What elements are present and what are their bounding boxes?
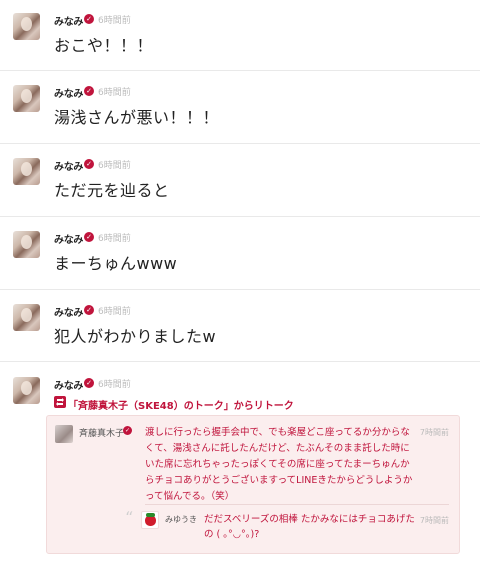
retalk-icon <box>54 396 66 408</box>
avatar[interactable] <box>55 425 73 443</box>
author-name[interactable]: みなみ <box>54 13 83 28</box>
divider <box>0 216 480 217</box>
retalk-source-link[interactable]: 「斉藤真木子（SKE48）のトーク」からリトーク <box>68 397 294 412</box>
divider <box>145 504 449 505</box>
reply-author-name[interactable]: みゆうき <box>165 514 197 525</box>
verified-badge-icon: ✓ <box>84 14 94 24</box>
post-text: まーちゅんwww <box>54 254 178 273</box>
original-time: 7時間前 <box>419 428 449 437</box>
original-text: 渡しに行ったら握手会中で、でも楽屋どこ座ってるか分からなくて、湯浅さんに託したん… <box>145 427 413 502</box>
author-name[interactable]: みなみ <box>54 304 83 319</box>
leaf-icon <box>146 513 155 517</box>
author-name[interactable]: みなみ <box>54 158 83 173</box>
quote-icon: “ <box>125 508 134 527</box>
divider <box>0 143 480 144</box>
post-time: 6時間前 <box>98 88 131 98</box>
author-name[interactable]: みなみ <box>54 231 83 246</box>
avatar[interactable] <box>13 85 40 112</box>
avatar[interactable] <box>141 511 159 529</box>
avatar[interactable] <box>13 231 40 258</box>
post-text: 湯浅さんが悪い！！！ <box>54 108 220 127</box>
post-text: ただ元を辿ると <box>54 181 170 200</box>
post-time: 6時間前 <box>98 380 131 390</box>
divider <box>0 361 480 362</box>
post-text: おこや！！！ <box>54 36 154 55</box>
author-name[interactable]: みなみ <box>54 377 83 392</box>
divider <box>0 70 480 71</box>
post-time: 6時間前 <box>98 16 131 26</box>
verified-badge-icon: ✓ <box>84 232 94 242</box>
post-time: 6時間前 <box>98 234 131 244</box>
author-name[interactable]: みなみ <box>54 85 83 100</box>
verified-badge-icon: ✓ <box>84 86 94 96</box>
verified-badge-icon: ✓ <box>84 378 94 388</box>
avatar[interactable] <box>13 13 40 40</box>
avatar[interactable] <box>13 377 40 404</box>
verified-badge-icon: ✓ <box>84 305 94 315</box>
post-time: 6時間前 <box>98 307 131 317</box>
reply-time: 7時間前 <box>419 516 449 525</box>
avatar[interactable] <box>13 304 40 331</box>
verified-badge-icon: ✓ <box>123 426 132 435</box>
post-time: 6時間前 <box>98 161 131 171</box>
retalk-card[interactable]: 斉藤真木子 ✓ 渡しに行ったら握手会中で、でも楽屋どこ座ってるか分からなくて、湯… <box>46 415 460 554</box>
verified-badge-icon: ✓ <box>84 159 94 169</box>
avatar[interactable] <box>13 158 40 185</box>
original-author-name[interactable]: 斉藤真木子 <box>79 426 124 439</box>
divider <box>0 289 480 290</box>
post-text: 犯人がわかりましたw <box>54 327 217 346</box>
reply-text: だだスベリーズの相棒 たかみなにはチョコあげたの ( ｡°◡°｡)? <box>204 514 415 540</box>
